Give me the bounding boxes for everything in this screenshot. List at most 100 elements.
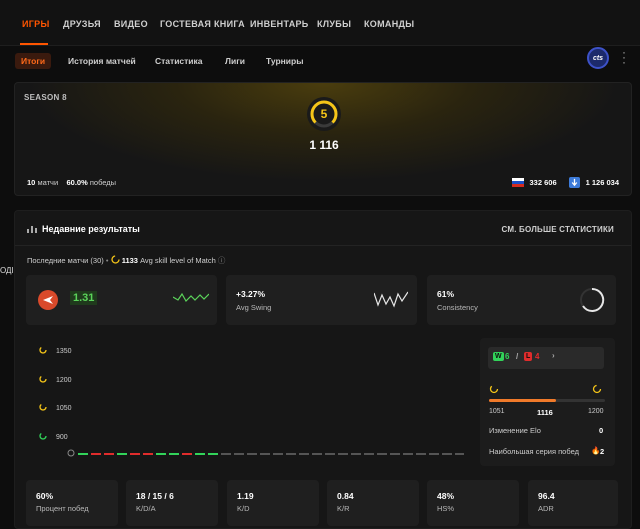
elo-change-value: 0 bbox=[599, 426, 604, 435]
tab-teams[interactable]: КОМАНДЫ bbox=[364, 19, 414, 29]
stat-card-kd: 1.19 K/D bbox=[227, 480, 319, 526]
y-tick-label: 1200 bbox=[56, 377, 72, 384]
match-result-mark[interactable] bbox=[390, 453, 400, 455]
tab-friends[interactable]: ДРУЗЬЯ bbox=[63, 19, 101, 29]
elo-chart: 1350 1200 1050 900 bbox=[26, 336, 465, 468]
y-tick-label: 900 bbox=[56, 434, 68, 441]
match-result-mark[interactable] bbox=[117, 453, 127, 455]
win-loss-badge[interactable]: W 6 / L 4 › bbox=[488, 347, 604, 369]
match-result-mark[interactable] bbox=[442, 453, 452, 455]
fire-icon: 🔥 bbox=[591, 446, 601, 455]
subtab-tournaments[interactable]: Турниры bbox=[260, 53, 310, 69]
y-tick-label: 1050 bbox=[56, 405, 72, 412]
matches-count: 10 bbox=[27, 178, 36, 187]
separator: / bbox=[516, 352, 519, 361]
consistency-label: Consistency bbox=[437, 303, 478, 312]
stat-label: K/D bbox=[237, 504, 250, 513]
stat-value: 1.19 bbox=[237, 491, 254, 501]
skill-level-badge: 5 bbox=[307, 97, 341, 131]
season-label: SEASON 8 bbox=[24, 93, 67, 102]
match-result-mark[interactable] bbox=[286, 453, 296, 455]
losses-count: 4 bbox=[535, 352, 540, 361]
match-result-mark[interactable] bbox=[221, 453, 231, 455]
y-tick-level-icon bbox=[39, 403, 47, 411]
y-tick-level-icon bbox=[39, 346, 47, 354]
y-tick-label: 1350 bbox=[56, 348, 72, 355]
subtab-statistics[interactable]: Статистика bbox=[149, 53, 209, 69]
subtab-leagues[interactable]: Лиги bbox=[219, 53, 251, 69]
swing-sparkline bbox=[374, 291, 408, 308]
stat-card-hs: 48% HS% bbox=[427, 480, 519, 526]
match-result-mark[interactable] bbox=[338, 453, 348, 455]
elo-chart-svg: 1350 1200 1050 900 bbox=[39, 346, 465, 457]
tab-inventory[interactable]: ИНВЕНТАРЬ bbox=[250, 19, 309, 29]
match-result-mark[interactable] bbox=[208, 453, 218, 455]
match-result-mark[interactable] bbox=[260, 453, 270, 455]
match-result-mark[interactable] bbox=[429, 453, 439, 455]
rating-card: 1.31 bbox=[26, 275, 217, 325]
match-result-mark[interactable] bbox=[182, 453, 192, 455]
match-result-mark[interactable] bbox=[351, 453, 361, 455]
elo-value: 1 116 bbox=[309, 138, 339, 152]
wins-label: победы bbox=[89, 178, 117, 187]
avg-swing-value: +3.27% bbox=[236, 289, 266, 299]
match-result-mark[interactable] bbox=[455, 453, 465, 455]
chevron-right-icon[interactable]: › bbox=[552, 351, 555, 360]
longest-streak-value: 2 bbox=[600, 447, 605, 456]
match-result-mark[interactable] bbox=[325, 453, 335, 455]
stat-value: 0.84 bbox=[337, 491, 354, 501]
tab-video[interactable]: ВИДЕО bbox=[114, 19, 148, 29]
match-result-mark[interactable] bbox=[130, 453, 140, 455]
avatar[interactable]: cts bbox=[587, 47, 609, 69]
stat-value: 48% bbox=[437, 491, 455, 501]
wins-letter: W bbox=[493, 352, 504, 361]
info-icon[interactable]: ⓘ bbox=[218, 256, 226, 265]
match-result-mark[interactable] bbox=[104, 453, 114, 455]
match-result-mark[interactable] bbox=[234, 453, 244, 455]
match-result-mark[interactable] bbox=[156, 453, 166, 455]
match-result-mark[interactable] bbox=[78, 453, 88, 455]
match-result-mark[interactable] bbox=[403, 453, 413, 455]
subtab-match-history[interactable]: История матчей bbox=[62, 53, 142, 69]
global-rank-icon bbox=[568, 177, 580, 188]
match-result-mark[interactable] bbox=[416, 453, 426, 455]
match-result-mark[interactable] bbox=[377, 453, 387, 455]
match-result-mark[interactable] bbox=[195, 453, 205, 455]
elo-summary-panel: W 6 / L 4 › 1051 1116 1200 Изменение Elo… bbox=[480, 338, 615, 466]
consistency-ring bbox=[580, 287, 605, 312]
bar-chart-icon bbox=[27, 226, 37, 233]
match-result-mark[interactable] bbox=[247, 453, 257, 455]
match-result-mark[interactable] bbox=[364, 453, 374, 455]
match-result-mark[interactable] bbox=[91, 453, 101, 455]
more-options-icon[interactable]: · · · bbox=[622, 46, 626, 68]
see-more-stats-link[interactable]: СМ. БОЛЬШЕ СТАТИСТИКИ bbox=[501, 225, 614, 234]
rating-value: 1.31 bbox=[70, 291, 98, 305]
match-result-mark[interactable] bbox=[299, 453, 309, 455]
season-card: SEASON 8 5 1 116 10 матчи 60.0% победы 3… bbox=[14, 82, 632, 196]
chart-start-icon bbox=[67, 449, 75, 457]
stat-card-kr: 0.84 K/R bbox=[327, 480, 419, 526]
active-tab-indicator bbox=[20, 43, 48, 45]
tab-games[interactable]: ИГРЫ bbox=[22, 19, 50, 29]
match-result-mark[interactable] bbox=[312, 453, 322, 455]
stat-value: 18 / 15 / 6 bbox=[136, 491, 174, 501]
clipped-text: ОДI bbox=[0, 266, 14, 275]
max-level-icon bbox=[592, 384, 602, 394]
skill-level-ring-icon bbox=[310, 100, 338, 128]
stat-label: Процент побед bbox=[36, 504, 89, 513]
stat-card-adr: 96.4 ADR bbox=[528, 480, 618, 526]
top-navigation: ИГРЫ ДРУЗЬЯ ВИДЕО ГОСТЕВАЯ КНИГА ИНВЕНТА… bbox=[0, 0, 640, 46]
match-result-mark[interactable] bbox=[273, 453, 283, 455]
last-matches-label: Последние матчи (30) bbox=[27, 256, 104, 265]
match-result-mark[interactable] bbox=[143, 453, 153, 455]
subtab-overview[interactable]: Итоги bbox=[15, 53, 52, 69]
divider bbox=[15, 245, 631, 246]
tab-clubs[interactable]: КЛУБЫ bbox=[317, 19, 351, 29]
stat-card-winrate: 60% Процент побед bbox=[26, 480, 118, 526]
last-matches-summary: Последние матчи (30) • 1133 Avg skill le… bbox=[27, 255, 226, 265]
matches-label: матчи bbox=[37, 178, 59, 187]
country-rank: 332 606 bbox=[529, 178, 557, 187]
tab-guestbook[interactable]: ГОСТЕВАЯ КНИГА bbox=[160, 19, 245, 29]
russia-flag-icon bbox=[511, 178, 524, 187]
match-result-mark[interactable] bbox=[169, 453, 179, 455]
